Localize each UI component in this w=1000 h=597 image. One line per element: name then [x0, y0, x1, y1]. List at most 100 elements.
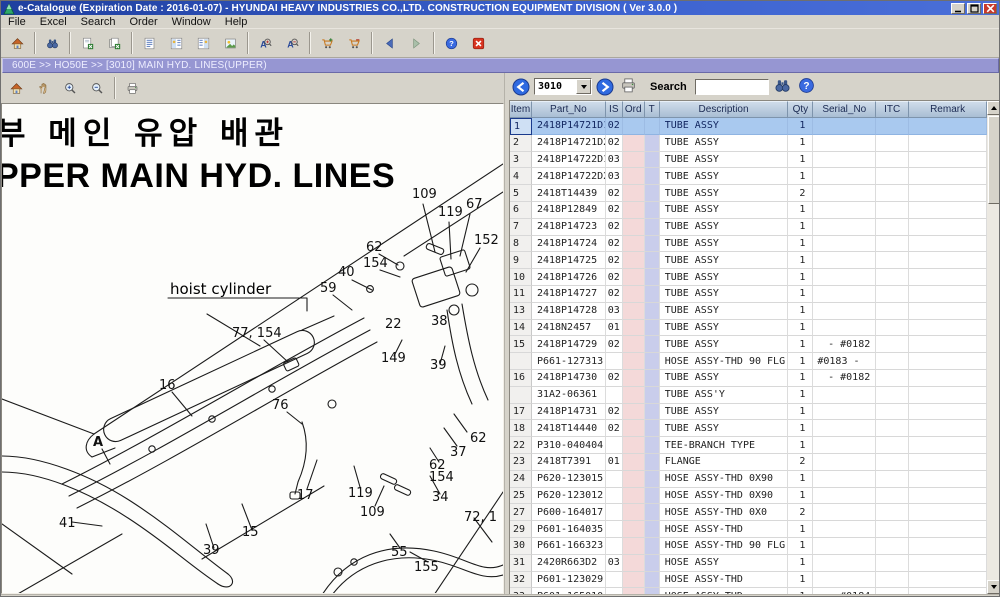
nav-back-button[interactable]	[376, 30, 403, 56]
menu-help[interactable]: Help	[218, 15, 255, 28]
exit-button[interactable]	[465, 30, 492, 56]
font-zoom-out-button[interactable]	[279, 30, 306, 56]
cart-remove-button[interactable]	[341, 30, 368, 56]
nav-forward-button[interactable]	[403, 30, 430, 56]
scrollbar-thumb[interactable]	[988, 116, 1000, 204]
cell-t	[645, 168, 660, 185]
home-button[interactable]	[4, 30, 31, 56]
cell-remark	[909, 504, 987, 521]
column-header-qty: Qty	[788, 101, 813, 118]
cell-remark	[909, 471, 987, 488]
cell-serial_no	[813, 252, 876, 269]
page-select-dropdown-button[interactable]	[576, 79, 591, 94]
view-split-1-button[interactable]	[163, 30, 190, 56]
parts-help-button[interactable]	[797, 77, 817, 97]
titlebar[interactable]: e-Catalogue (Expiration Date : 2016-01-0…	[1, 1, 999, 15]
table-row[interactable]: 152418P1472902TUBE ASSY1- #0182	[510, 336, 987, 353]
view-report-button[interactable]	[136, 30, 163, 56]
zoom-in-button[interactable]	[57, 75, 84, 101]
table-row[interactable]: 82418P1472402TUBE ASSY1	[510, 236, 987, 253]
view-image-button[interactable]	[217, 30, 244, 56]
table-row[interactable]: 22418P14721D202TUBE ASSY1	[510, 135, 987, 152]
home-button[interactable]	[3, 75, 30, 101]
cell-is: 03	[606, 555, 623, 572]
font-zoom-in-button[interactable]	[252, 30, 279, 56]
cell-itc	[876, 303, 909, 320]
cell-t	[645, 202, 660, 219]
table-row[interactable]: 92418P1472502TUBE ASSY1	[510, 252, 987, 269]
table-row[interactable]: 24P620-123015HOSE ASSY-THD 0X901	[510, 471, 987, 488]
table-row[interactable]: 42418P14722D203TUBE ASSY1	[510, 168, 987, 185]
table-row[interactable]: 172418P1473102TUBE ASSY1	[510, 404, 987, 421]
table-row[interactable]: 162418P1473002TUBE ASSY1- #0182	[510, 370, 987, 387]
help-button[interactable]	[438, 30, 465, 56]
menu-search[interactable]: Search	[74, 15, 123, 28]
cart-add-button[interactable]	[314, 30, 341, 56]
table-row[interactable]: P661-127313HOSE ASSY-THD 90 FLG1#0183 -	[510, 353, 987, 370]
scroll-up-button[interactable]	[987, 101, 1000, 115]
cell-itc	[876, 572, 909, 589]
view-split-2-button[interactable]	[190, 30, 217, 56]
next-page-button[interactable]	[596, 78, 614, 96]
table-row[interactable]: 30P661-166323HOSE ASSY-THD 90 FLG1	[510, 538, 987, 555]
cell-serial_no: #0183 -	[813, 353, 876, 370]
table-row[interactable]: 31A2-06361TUBE ASS'Y1	[510, 387, 987, 404]
close-button[interactable]	[983, 3, 997, 14]
menu-order[interactable]: Order	[123, 15, 165, 28]
export-excel-multi-button[interactable]	[101, 30, 128, 56]
pan-hand-button[interactable]	[30, 75, 57, 101]
cell-item: 4	[510, 168, 532, 185]
table-row[interactable]: 132418P1472803TUBE ASSY1	[510, 303, 987, 320]
page-select[interactable]: 3010	[534, 78, 592, 95]
zoom-out-button[interactable]	[84, 75, 111, 101]
cell-part_no: 2418T14439	[532, 185, 606, 202]
cell-description: TUBE ASSY	[660, 420, 789, 437]
prev-page-button[interactable]	[512, 78, 530, 96]
search-input[interactable]	[695, 79, 769, 95]
cell-qty: 1	[788, 387, 813, 404]
print-button[interactable]	[618, 77, 638, 97]
parts-table: ItemPart_NoISOrdTDescriptionQtySerial_No…	[509, 101, 1000, 594]
table-row[interactable]: 12418P14721D102TUBE ASSY1	[510, 118, 987, 135]
table-row[interactable]: 182418T1444002TUBE ASSY1	[510, 420, 987, 437]
table-row[interactable]: 22P310-040404TEE-BRANCH TYPE1	[510, 437, 987, 454]
scroll-down-button[interactable]	[987, 580, 1000, 594]
cell-part_no: 2418T14440	[532, 420, 606, 437]
print-icon	[126, 79, 139, 98]
maximize-button[interactable]	[967, 3, 981, 14]
cart-add-icon	[321, 34, 334, 53]
export-excel-button[interactable]	[74, 30, 101, 56]
table-row[interactable]: 32418P14722D103TUBE ASSY1	[510, 152, 987, 169]
table-row[interactable]: 312420R663D203HOSE ASSY1	[510, 555, 987, 572]
table-row[interactable]: 112418P1472702TUBE ASSY1	[510, 286, 987, 303]
table-row[interactable]: 27P600-164017HOSE ASSY-THD 0X02	[510, 504, 987, 521]
table-row[interactable]: 52418T1443902TUBE ASSY2	[510, 185, 987, 202]
print-button[interactable]	[119, 75, 146, 101]
menu-window[interactable]: Window	[165, 15, 218, 28]
font-zoom-in-icon	[259, 34, 272, 53]
table-row[interactable]: 72418P1472302TUBE ASSY1	[510, 219, 987, 236]
cell-description: TUBE ASSY	[660, 269, 789, 286]
vertical-scrollbar[interactable]	[987, 101, 1000, 594]
table-row[interactable]: 25P620-123012HOSE ASSY-THD 0X901	[510, 488, 987, 505]
table-row[interactable]: 29P601-164035HOSE ASSY-THD1	[510, 521, 987, 538]
cell-part_no: 2418P14730	[532, 370, 606, 387]
cell-qty: 1	[788, 370, 813, 387]
cell-serial_no	[813, 488, 876, 505]
menu-file[interactable]: File	[1, 15, 33, 28]
table-row[interactable]: 232418T739101FLANGE2	[510, 454, 987, 471]
table-row[interactable]: 32P601-123029HOSE ASSY-THD1	[510, 572, 987, 589]
cell-part_no: 2418P14731	[532, 404, 606, 421]
menu-excel[interactable]: Excel	[33, 15, 74, 28]
cell-serial_no	[813, 219, 876, 236]
column-header-is: IS	[606, 101, 623, 118]
search-binoculars-icon	[46, 34, 59, 53]
table-row[interactable]: 102418P1472602TUBE ASSY1	[510, 269, 987, 286]
table-row[interactable]: 142418N245701TUBE ASSY1	[510, 320, 987, 337]
diagram-canvas[interactable]: 부 메인 유압 배관 PPER MAIN HYD. LINES hoist cy…	[1, 103, 504, 594]
search-binoculars-button[interactable]	[39, 30, 66, 56]
table-row[interactable]: 62418P1284902TUBE ASSY1	[510, 202, 987, 219]
search-go-button[interactable]	[773, 77, 793, 97]
minimize-button[interactable]	[951, 3, 965, 14]
cell-item: 23	[510, 454, 532, 471]
